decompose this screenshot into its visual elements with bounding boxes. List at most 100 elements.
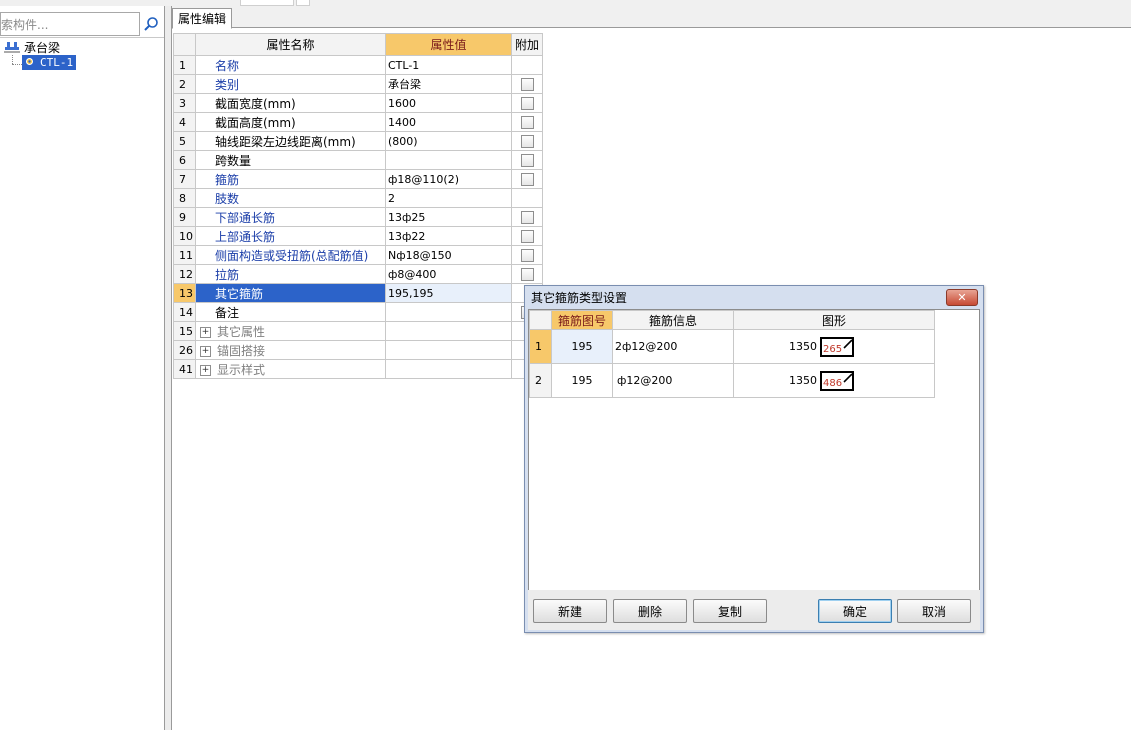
property-name[interactable]: 拉筋 [195, 264, 386, 284]
property-name[interactable]: 箍筋 [195, 169, 386, 189]
property-name[interactable]: 备注 [195, 302, 386, 322]
cancel-button[interactable]: 取消 [897, 599, 971, 623]
property-row[interactable]: 7 箍筋 ф18@110(2) [173, 169, 543, 189]
property-row[interactable]: 10 上部通长筋 13ф22 [173, 226, 543, 246]
extra-checkbox[interactable] [520, 211, 534, 224]
search-icon[interactable] [141, 13, 161, 35]
table-row[interactable]: 2 195 ф12@200 1350 486 [529, 363, 935, 398]
search-input[interactable]: 索构件... [0, 12, 140, 36]
table-row[interactable]: 1 195 2ф12@200 1350 265 [529, 329, 935, 364]
property-value[interactable] [385, 321, 512, 341]
header-info[interactable]: 箍筋信息 [612, 310, 734, 330]
property-value[interactable]: 承台梁 [385, 74, 512, 94]
close-icon[interactable]: ✕ [946, 289, 978, 306]
property-value[interactable]: 13ф25 [385, 207, 512, 227]
property-name[interactable]: 侧面构造或受扭筋(总配筋值) [195, 245, 386, 265]
property-row[interactable]: 9 下部通长筋 13ф25 [173, 207, 543, 227]
cell-shape-no[interactable]: 195 [551, 363, 613, 398]
property-value[interactable] [385, 302, 512, 322]
extra-checkbox[interactable] [520, 116, 534, 129]
cell-info[interactable]: 2ф12@200 [612, 329, 734, 364]
property-row[interactable]: 12 拉筋 ф8@400 [173, 264, 543, 284]
row-number: 6 [173, 150, 196, 170]
property-row[interactable]: 3 截面宽度(mm) 1600 [173, 93, 543, 113]
property-row[interactable]: 8 肢数 2 [173, 188, 543, 208]
dialog-footer: 新建 删除 复制 确定 取消 [528, 590, 980, 630]
header-shape-no[interactable]: 箍筋图号 [551, 310, 613, 330]
property-value[interactable]: (800) [385, 131, 512, 151]
property-value[interactable]: 13ф22 [385, 226, 512, 246]
extra-cell [511, 169, 543, 189]
property-value[interactable]: Nф18@150 [385, 245, 512, 265]
cell-shape-no[interactable]: 195 [551, 329, 613, 364]
cell-figure[interactable]: 1350 265 [733, 329, 935, 364]
new-button[interactable]: 新建 [533, 599, 607, 623]
extra-checkbox[interactable] [520, 173, 534, 186]
expand-plus-icon[interactable]: + [200, 345, 211, 357]
panel-splitter[interactable] [165, 6, 172, 730]
property-row[interactable]: 5 轴线距梁左边线距离(mm) (800) [173, 131, 543, 151]
property-row[interactable]: 14 备注 [173, 302, 543, 322]
property-value[interactable] [385, 359, 512, 379]
stirrup-shape: 1350 265 [789, 336, 854, 357]
property-value[interactable] [385, 150, 512, 170]
property-name[interactable]: 截面宽度(mm) [195, 93, 386, 113]
property-name[interactable]: 其它箍筋 [195, 283, 386, 303]
property-row[interactable]: 26 + 锚固搭接 [173, 340, 543, 360]
property-name-label: 名称 [215, 58, 240, 73]
property-row[interactable]: 13 其它箍筋 195,195 [173, 283, 543, 303]
property-row[interactable]: 1 名称 CTL-1 [173, 55, 543, 75]
dialog-titlebar[interactable]: 其它箍筋类型设置 ✕ [525, 286, 983, 308]
property-name[interactable]: 下部通长筋 [195, 207, 386, 227]
property-name[interactable]: 类别 [195, 74, 386, 94]
property-row[interactable]: 2 类别 承台梁 [173, 74, 543, 94]
property-name[interactable]: + 其它属性 [195, 321, 386, 341]
extra-checkbox[interactable] [520, 97, 534, 110]
property-value[interactable]: CTL-1 [385, 55, 512, 75]
property-row[interactable]: 4 截面高度(mm) 1400 [173, 112, 543, 132]
property-name[interactable]: 肢数 [195, 188, 386, 208]
cell-info[interactable]: ф12@200 [612, 363, 734, 398]
property-name[interactable]: + 锚固搭接 [195, 340, 386, 360]
property-value[interactable]: 1400 [385, 112, 512, 132]
expand-plus-icon[interactable]: + [200, 326, 211, 338]
expand-plus-icon[interactable]: + [200, 364, 211, 376]
property-row[interactable]: 15 + 其它属性 [173, 321, 543, 341]
extra-cell [511, 93, 543, 113]
row-number: 2 [173, 74, 196, 94]
property-name[interactable]: 截面高度(mm) [195, 112, 386, 132]
extra-checkbox[interactable] [520, 154, 534, 167]
property-name[interactable]: + 显示样式 [195, 359, 386, 379]
property-name[interactable]: 跨数量 [195, 150, 386, 170]
ok-button[interactable]: 确定 [818, 599, 892, 623]
header-extra[interactable]: 附加 [511, 33, 543, 56]
property-value[interactable]: 1600 [385, 93, 512, 113]
row-number: 8 [173, 188, 196, 208]
extra-checkbox[interactable] [520, 135, 534, 148]
property-value[interactable]: 195,195 [385, 283, 512, 303]
property-value[interactable] [385, 340, 512, 360]
property-value[interactable]: ф8@400 [385, 264, 512, 284]
tab-property-edit[interactable]: 属性编辑 [172, 8, 233, 29]
tree-node-root[interactable]: 承台梁 [4, 39, 60, 55]
property-row[interactable]: 6 跨数量 [173, 150, 543, 170]
cell-figure[interactable]: 1350 486 [733, 363, 935, 398]
extra-checkbox[interactable] [520, 78, 534, 91]
property-name[interactable]: 轴线距梁左边线距离(mm) [195, 131, 386, 151]
property-value[interactable]: 2 [385, 188, 512, 208]
header-figure[interactable]: 图形 [733, 310, 935, 330]
extra-checkbox[interactable] [520, 249, 534, 262]
property-name[interactable]: 上部通长筋 [195, 226, 386, 246]
property-name[interactable]: 名称 [195, 55, 386, 75]
copy-button[interactable]: 复制 [693, 599, 767, 623]
header-property-name[interactable]: 属性名称 [195, 33, 386, 56]
property-value[interactable]: ф18@110(2) [385, 169, 512, 189]
property-row[interactable]: 11 侧面构造或受扭筋(总配筋值) Nф18@150 [173, 245, 543, 265]
extra-checkbox[interactable] [520, 268, 534, 281]
header-property-value[interactable]: 属性值 [385, 33, 512, 56]
beam-category-icon [4, 39, 20, 56]
delete-button[interactable]: 删除 [613, 599, 687, 623]
extra-checkbox[interactable] [520, 230, 534, 243]
tree-node-ctl-1[interactable]: CTL-1 [22, 55, 77, 70]
property-row[interactable]: 41 + 显示样式 [173, 359, 543, 379]
